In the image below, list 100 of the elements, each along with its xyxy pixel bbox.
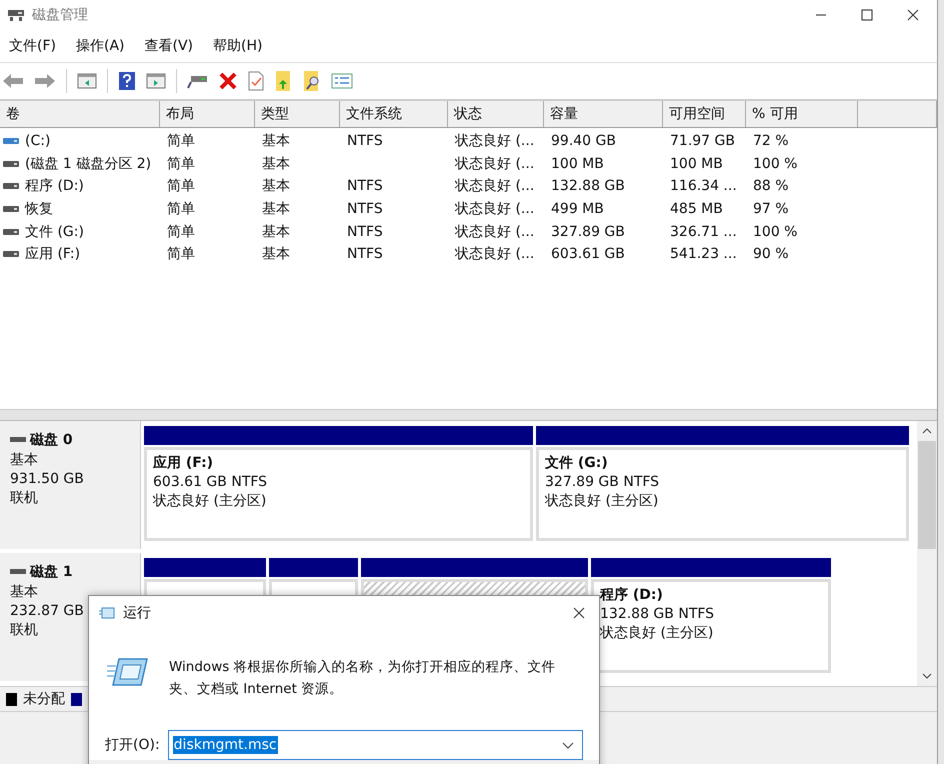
scrollbar[interactable] xyxy=(917,421,937,686)
table-cell: (C:) xyxy=(25,133,50,150)
column-header[interactable]: % 可用 xyxy=(746,101,858,127)
table-cell: 100 MB xyxy=(551,156,604,172)
close-icon[interactable] xyxy=(573,607,585,619)
table-cell: 基本 xyxy=(262,154,290,173)
partition-status: 状态良好 (主分区) xyxy=(545,492,660,510)
table-cell: 简单 xyxy=(167,154,195,173)
table-cell: 326.71 ... xyxy=(670,224,737,240)
table-cell: 基本 xyxy=(262,132,290,150)
drive-icon xyxy=(3,228,19,236)
system-drive-icon xyxy=(3,137,19,146)
dialog-message: Windows 将根据你所输入的名称，为你打开相应的程序、文件夹、文档或 Internet 资源。 xyxy=(169,658,557,699)
table-cell: 541.23 ... xyxy=(670,246,737,262)
disk-name: 磁盘 1 xyxy=(30,563,73,581)
table-cell: 基本 xyxy=(262,245,290,264)
run-icon xyxy=(99,607,115,619)
disk-type: 基本 xyxy=(10,583,38,601)
panel-icon[interactable] xyxy=(77,73,97,89)
partition[interactable]: 程序 (D:) 132.88 GB NTFS 状态良好 (主分区) xyxy=(591,579,831,673)
menu-item[interactable]: 文件(F) xyxy=(9,37,56,55)
disk-status: 联机 xyxy=(10,489,38,507)
table-cell: 程序 (D:) xyxy=(25,177,84,196)
drive-icon xyxy=(3,250,19,258)
table-cell: 499 MB xyxy=(551,201,604,218)
partition[interactable]: 应用 (F:) 603.61 GB NTFS 状态良好 (主分区) xyxy=(144,447,533,541)
table-cell: 状态良好 (... xyxy=(455,154,534,173)
table-cell: 99.40 GB xyxy=(551,133,616,150)
disk-size: 232.87 GB xyxy=(10,603,84,619)
delete-icon[interactable] xyxy=(219,72,237,90)
table-cell: 603.61 GB xyxy=(551,246,625,262)
column-header[interactable]: 布局 xyxy=(160,101,255,127)
table-cell: 71.97 GB xyxy=(670,133,735,150)
table-cell: 90 % xyxy=(753,246,789,262)
column-header[interactable]: 可用空间 xyxy=(663,101,746,127)
column-header[interactable]: 状态 xyxy=(448,101,544,127)
help-icon[interactable] xyxy=(118,71,136,91)
legend-label: 未分配 xyxy=(23,690,65,708)
command-combobox[interactable]: diskmgmt.msc xyxy=(168,730,583,760)
partition-status: 状态良好 (主分区) xyxy=(153,492,268,510)
partition-size: 327.89 GB NTFS xyxy=(545,474,660,490)
drive-icon xyxy=(10,569,26,575)
table-cell: 100 MB xyxy=(670,156,723,172)
folder-up-icon[interactable] xyxy=(275,70,293,92)
table-cell: 状态良好 (... xyxy=(455,132,534,150)
partition[interactable]: 文件 (G:) 327.89 GB NTFS 状态良好 (主分区) xyxy=(536,447,909,541)
table-cell: 132.88 GB xyxy=(551,178,625,194)
table-cell: 100 % xyxy=(753,156,798,172)
table-cell: NTFS xyxy=(347,224,383,240)
menu-item[interactable]: 操作(A) xyxy=(76,37,124,55)
partition-status: 状态良好 (主分区) xyxy=(600,624,714,642)
table-cell: 116.34 ... xyxy=(670,178,737,194)
table-cell: 485 MB xyxy=(670,201,723,218)
column-header[interactable]: 类型 xyxy=(255,101,340,127)
table-cell: 基本 xyxy=(262,222,290,241)
scroll-up-icon[interactable] xyxy=(922,427,932,435)
table-cell: NTFS xyxy=(347,178,383,194)
checklist-icon[interactable] xyxy=(247,71,265,91)
table-cell: 简单 xyxy=(167,245,195,264)
table-cell: 状态良好 (... xyxy=(455,177,534,196)
forward-arrow-icon[interactable] xyxy=(34,72,56,90)
dropdown-caret-icon[interactable] xyxy=(562,741,574,749)
window-title: 磁盘管理 xyxy=(32,6,88,24)
partition-label: 文件 (G:) xyxy=(545,454,609,472)
menu-item[interactable]: 查看(V) xyxy=(144,37,194,55)
disk-info-panel[interactable]: 磁盘 0 基本 931.50 GB 联机 xyxy=(0,421,141,549)
column-header[interactable]: 文件系统 xyxy=(340,101,448,127)
menu-item[interactable]: 帮助(H) xyxy=(213,37,262,55)
table-cell: (磁盘 1 磁盘分区 2) xyxy=(25,154,152,173)
table-cell: 327.89 GB xyxy=(551,224,625,240)
table-cell: 72 % xyxy=(753,133,789,150)
table-cell: 应用 (F:) xyxy=(25,245,80,264)
table-cell: 简单 xyxy=(167,222,195,241)
close-icon[interactable] xyxy=(907,9,919,21)
table-cell: 状态良好 (... xyxy=(455,245,534,264)
open-label: 打开(O): xyxy=(105,736,160,754)
maximize-icon[interactable] xyxy=(861,9,873,21)
run-icon xyxy=(107,656,149,688)
scroll-down-icon[interactable] xyxy=(922,672,932,680)
panel-icon[interactable] xyxy=(146,73,166,89)
disk-status: 联机 xyxy=(10,621,38,639)
column-header[interactable]: 容量 xyxy=(544,101,663,127)
table-cell: 状态良好 (... xyxy=(455,222,534,241)
disk-size: 931.50 GB xyxy=(10,471,84,487)
table-cell: 文件 (G:) xyxy=(25,222,84,241)
drive-icon xyxy=(3,205,19,214)
back-arrow-icon[interactable] xyxy=(2,72,24,90)
table-cell: 简单 xyxy=(167,200,195,218)
drive-icon xyxy=(3,182,19,190)
table-cell: NTFS xyxy=(347,133,383,150)
partition-size: 132.88 GB NTFS xyxy=(600,606,716,622)
table-cell: 简单 xyxy=(167,177,195,196)
table-cell: 100 % xyxy=(753,224,798,240)
table-cell: 简单 xyxy=(167,132,195,150)
properties-icon[interactable] xyxy=(331,73,353,89)
table-cell: 基本 xyxy=(262,200,290,218)
drive-icon xyxy=(10,437,26,443)
column-header[interactable]: 卷 xyxy=(0,101,160,127)
folder-search-icon[interactable] xyxy=(303,70,321,92)
table-cell: 基本 xyxy=(262,177,290,196)
